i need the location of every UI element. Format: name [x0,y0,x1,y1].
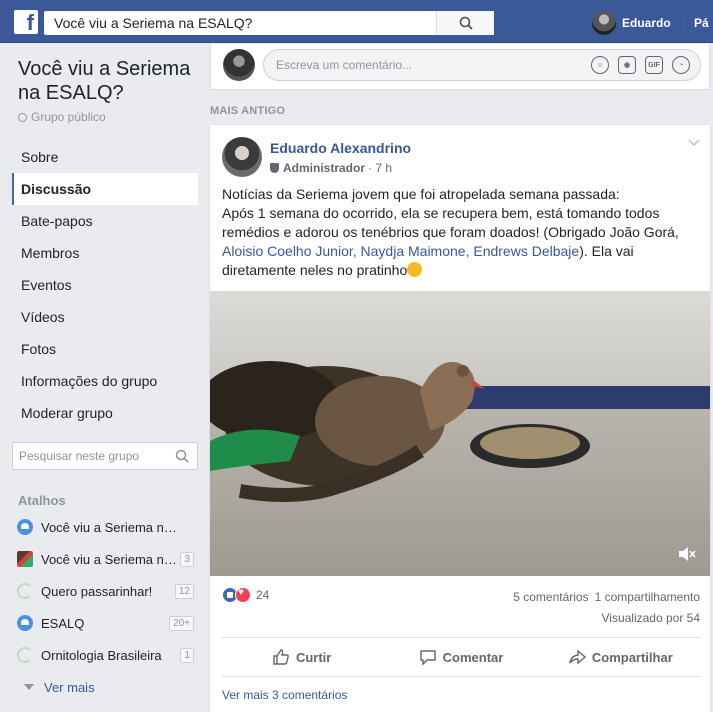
gif-icon[interactable]: GIF [645,56,663,74]
comment-button[interactable]: Comentar [381,638,540,676]
shortcut-label: Você viu a Seriema na ESALQ? [41,551,181,567]
shortcut-label: Ornitologia Brasileira [41,647,162,663]
group-search [12,442,198,470]
top-navigation-bar: f Eduardo Pá [0,0,713,43]
camera-icon[interactable]: ◉ [618,56,636,74]
count-badge: 12 [174,584,194,599]
left-sidebar: Você viu a Seriema na ESALQ? Grupo públi… [0,44,208,712]
post-author[interactable]: Eduardo Alexandrino [270,140,411,156]
shortcut-item[interactable]: Ornitologia Brasileira 1 [12,639,198,671]
chevron-down-icon [24,684,34,690]
comment-label: Comentar [442,649,504,665]
thumbs-up-icon [273,649,289,665]
shortcut-label: Você viu a Seriema na ESALQ? [41,519,181,535]
section-label: MAIS ANTIGO [210,105,286,117]
share-button[interactable]: Compartilhar [541,638,700,676]
nav-item-discussao[interactable]: Discussão [12,173,198,205]
nav-item-sobre[interactable]: Sobre [12,141,198,173]
video-frame [210,291,710,576]
comment-input[interactable] [264,50,564,80]
post-time[interactable]: · 7 h [368,161,392,175]
globe-icon [18,112,27,122]
nav-item-informacoes[interactable]: Informações do grupo [12,365,198,397]
post-text: Notícias da Seriema jovem que foi atrope… [222,185,692,280]
group-icon [17,519,33,535]
view-more-comments-link[interactable]: Ver mais 3 comentários [222,688,347,702]
chevron-down-icon[interactable] [688,139,700,147]
photo-icon [17,551,33,567]
sticker-icon[interactable]: ◔ [672,56,690,74]
topbar-divider [683,14,684,32]
emoji-icon[interactable]: ☺ [591,56,609,74]
post-meta: Administrador · 7 h [270,161,392,175]
comment-count-link[interactable]: 5 comentários [513,590,588,604]
shortcut-label: ESALQ [41,615,85,631]
author-role: Administrador [283,161,366,175]
global-search-input[interactable] [44,11,444,35]
like-button[interactable]: Curtir [222,638,381,676]
post-text-line: Notícias da Seriema jovem que foi atrope… [222,186,620,202]
global-search [44,11,494,35]
post-actions: Curtir Comentar Compartilhar [222,637,700,677]
nav-item-videos[interactable]: Vídeos [12,301,198,333]
shortcut-item[interactable]: Você viu a Seriema na ESALQ? [12,511,198,543]
profile-link[interactable]: Eduardo [592,11,671,35]
count-badge: 20+ [169,616,194,631]
shortcuts-title: Atalhos [18,493,66,508]
count-badge: 1 [180,648,194,663]
nav-item-moderar[interactable]: Moderar grupo [12,397,198,429]
avatar [223,49,255,81]
home-link[interactable]: Pá [694,11,709,35]
shortcut-item[interactable]: Você viu a Seriema na ESALQ? 3 [12,543,198,575]
group-search-input[interactable] [13,443,163,469]
group-privacy-label: Grupo público [31,110,106,124]
avatar [592,11,616,35]
search-icon[interactable] [175,449,189,463]
share-arrow-icon [569,649,586,665]
smile-emoji-icon [407,262,423,277]
love-reaction-icon [235,587,251,603]
shortcut-item[interactable]: ESALQ 20+ [12,607,198,639]
reaction-count: 24 [256,588,270,602]
reaction-summary[interactable]: 24 [222,587,269,603]
group-title[interactable]: Você viu a Seriema na ESALQ? [18,57,203,105]
avatar[interactable] [222,137,262,177]
bird-icon [17,583,33,599]
volume-muted-icon[interactable] [678,546,696,562]
shortcut-label: Quero passarinhar! [41,583,153,599]
group-post: Eduardo Alexandrino Administrador · 7 h … [209,124,711,712]
nav-item-membros[interactable]: Membros [12,237,198,269]
nav-item-eventos[interactable]: Eventos [12,269,198,301]
profile-name: Eduardo [622,16,671,30]
feed-column: ☺ ◉ GIF ◔ MAIS ANTIGO Eduardo Alexandrin… [208,44,713,712]
nav-item-fotos[interactable]: Fotos [12,333,198,365]
view-count[interactable]: Visualizado por 54 [513,608,700,629]
tagged-people[interactable]: Aloisio Coelho Junior, Naydja Maimone, E… [222,243,579,259]
post-video[interactable] [210,291,710,576]
share-count-link[interactable]: 1 compartilhamento [595,590,700,604]
share-label: Compartilhar [591,649,673,665]
see-more-label: Ver mais [44,679,95,695]
search-button[interactable] [436,11,494,35]
search-icon [459,16,473,30]
comment-box: ☺ ◉ GIF ◔ [263,49,701,81]
group-privacy: Grupo público [18,110,106,124]
comment-bubble-icon [419,650,436,666]
like-label: Curtir [295,649,332,665]
post-stats: 5 comentários 1 compartilhamento Visualiz… [513,587,700,629]
group-icon [17,615,33,631]
nav-item-bate-papos[interactable]: Bate-papos [12,205,198,237]
count-badge: 3 [180,552,194,567]
group-navigation: Sobre Discussão Bate-papos Membros Event… [12,141,198,429]
facebook-logo-icon[interactable]: f [14,10,38,34]
engagement-counts: 5 comentários 1 compartilhamento [513,587,700,608]
shortcuts-list: Você viu a Seriema na ESALQ? Você viu a … [12,511,198,703]
comment-composer: ☺ ◉ GIF ◔ [210,44,710,90]
post-text-body: Após 1 semana do ocorrido, ela se recupe… [222,205,679,240]
comment-tools: ☺ ◉ GIF ◔ [591,56,690,74]
shortcut-item[interactable]: Quero passarinhar! 12 [12,575,198,607]
see-more-link[interactable]: Ver mais [12,671,198,703]
bird-icon [17,647,33,663]
shield-icon [270,163,279,173]
